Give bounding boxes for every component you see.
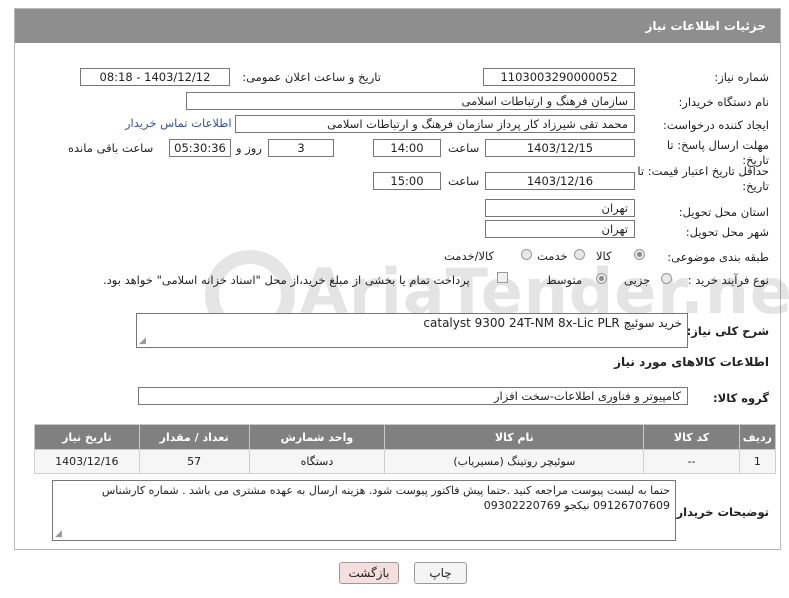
col-need-date: تاریخ نیاز — [34, 424, 140, 450]
purchase-radio-minor[interactable] — [661, 273, 672, 284]
buyer-notes-field: حتما به لیست پیوست مراجعه کنید .حتما پیش… — [52, 480, 676, 541]
category-radio-service[interactable] — [574, 249, 585, 260]
col-goods-name: نام کالا — [384, 424, 645, 450]
col-quantity: تعداد / مقدار — [138, 424, 250, 450]
panel-title: جزئیات اطلاعات نیاز — [645, 19, 766, 33]
category-radio-goods-service[interactable] — [521, 249, 532, 260]
deadline-time-label: ساعت — [448, 141, 480, 155]
days-label: روز و — [236, 141, 262, 155]
cell-goods-code: -- — [643, 449, 740, 474]
panel-header: جزئیات اطلاعات نیاز — [15, 9, 780, 43]
back-button[interactable]: بازگشت — [339, 562, 399, 584]
table-header-row: ردیف کد کالا نام کالا واحد شمارش تعداد /… — [34, 424, 777, 450]
treasury-payment-note: پرداخت تمام یا بخشی از مبلغ خرید،از محل … — [103, 273, 470, 287]
cell-goods-name: سوئیچر روتینگ (مسیریاب) — [384, 449, 645, 474]
goods-table: ردیف کد کالا نام کالا واحد شمارش تعداد /… — [34, 424, 777, 474]
purchase-radio-medium[interactable] — [596, 273, 607, 284]
buyer-org-label: نام دستگاه خریدار: — [678, 95, 769, 109]
cell-unit: دستگاه — [248, 449, 386, 474]
buyer-contact-link[interactable]: اطلاعات تماس خریدار — [125, 116, 232, 130]
announce-label: تاریخ و ساعت اعلان عمومی: — [242, 70, 381, 84]
description-label: شرح کلی نیاز: — [686, 324, 769, 338]
announce-field: 1403/12/12 - 08:18 — [80, 68, 230, 86]
goods-group-label: گروه کالا: — [713, 391, 769, 405]
buyer-notes-label: توضیحات خریدار: — [671, 505, 769, 519]
goods-group-field: کامپیوتر و فناوری اطلاعات-سخت افزار — [138, 387, 688, 405]
deadline-date-field: 1403/12/15 — [485, 139, 635, 157]
category-radio-goods[interactable] — [634, 249, 645, 260]
purchase-option-medium: متوسط — [546, 273, 583, 287]
buyer-notes-text: حتما به لیست پیوست مراجعه کنید .حتما پیش… — [101, 484, 670, 512]
city-field: تهران — [485, 220, 635, 238]
col-goods-code: کد کالا — [643, 424, 740, 450]
purchase-option-minor: جزیی — [624, 273, 651, 287]
resize-grip-icon[interactable]: ◢ — [139, 336, 149, 346]
category-option-goods: کالا — [596, 249, 612, 263]
days-field: 3 — [268, 139, 334, 157]
notes-resize-grip-icon[interactable]: ◢ — [55, 529, 65, 539]
city-label: شهر محل تحویل: — [685, 225, 769, 239]
remaining-label: ساعت باقی مانده — [68, 141, 154, 155]
province-label: استان محل تحویل: — [678, 205, 769, 219]
description-text: خرید سوئیچ catalyst 9300 24T-NM 8x-Lic P… — [423, 316, 682, 330]
deadline-time-field: 14:00 — [373, 139, 441, 157]
purchase-type-label: نوع فرآیند خرید : — [687, 273, 769, 287]
category-label: طبقه بندی موضوعی: — [667, 250, 769, 264]
cell-quantity: 57 — [138, 449, 250, 474]
table-row: 1 -- سوئیچر روتینگ (مسیریاب) دستگاه 57 1… — [34, 449, 777, 474]
validity-date-field: 1403/12/16 — [485, 172, 635, 190]
buyer-org-field: سازمان فرهنگ و ارتباطات اسلامی — [186, 92, 635, 110]
province-field: تهران — [485, 199, 635, 217]
treasury-payment-checkbox[interactable] — [497, 272, 508, 283]
category-option-goods-service: کالا/خدمت — [444, 249, 495, 263]
validity-time-label: ساعت — [448, 174, 480, 188]
print-button[interactable]: چاپ — [414, 562, 467, 584]
need-number-field: 1103003290000052 — [483, 68, 635, 86]
remaining-time-field: 05:30:36 — [169, 139, 231, 157]
goods-section-title: اطلاعات کالاهای مورد نیاز — [614, 355, 769, 369]
requester-label: ایجاد کننده درخواست: — [663, 118, 769, 132]
validity-label: حداقل تاریخ اعتبار قیمت: تا تاریخ: — [637, 164, 769, 193]
need-number-label: شماره نیاز: — [714, 70, 769, 84]
description-field: خرید سوئیچ catalyst 9300 24T-NM 8x-Lic P… — [136, 313, 688, 348]
cell-need-date: 1403/12/16 — [34, 449, 140, 474]
col-row: ردیف — [738, 424, 777, 450]
col-unit: واحد شمارش — [248, 424, 386, 450]
validity-time-field: 15:00 — [373, 172, 441, 190]
category-option-service: خدمت — [537, 249, 568, 263]
requester-field: محمد تقی شیرزاد کار پرداز سازمان فرهنگ و… — [235, 115, 635, 133]
cell-row: 1 — [738, 449, 777, 474]
